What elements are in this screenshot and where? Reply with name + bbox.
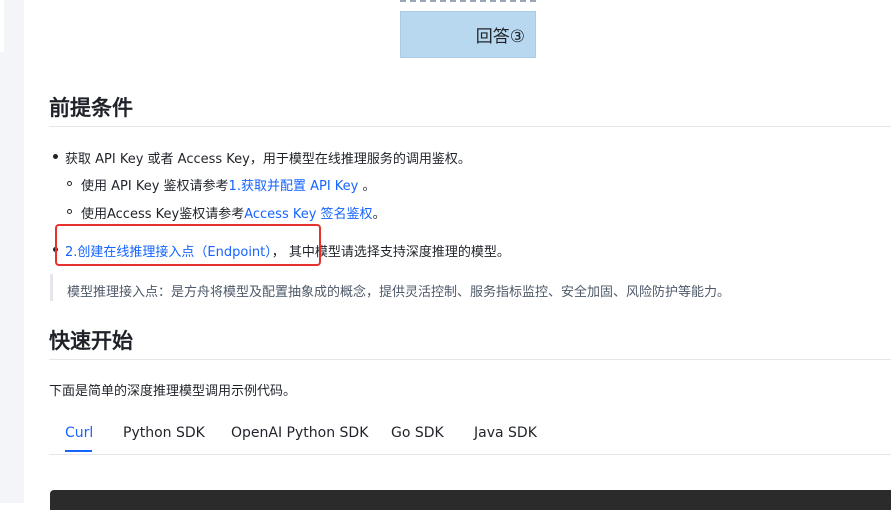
prereq-item-api-key: 获取 API Key 或者 Access Key，用于模型在线推理服务的调用鉴权… xyxy=(65,152,471,167)
access-key-link[interactable]: Access Key 签名鉴权 xyxy=(244,207,372,222)
quickstart-heading: 快速开始 xyxy=(49,329,133,353)
tab-java-sdk[interactable]: Java SDK xyxy=(474,425,537,441)
diagram-dashed-line xyxy=(400,0,536,6)
bullet-dot xyxy=(53,154,58,159)
sub-item-suffix: 。 xyxy=(372,207,386,222)
prereq-heading-rule xyxy=(49,126,891,127)
left-rail xyxy=(0,0,24,503)
diagram-answer-box: 回答③ xyxy=(400,11,536,58)
tab-curl[interactable]: Curl xyxy=(65,425,93,441)
tab-python-sdk[interactable]: Python SDK xyxy=(123,425,205,441)
sub-item-prefix: 使用Access Key鉴权请参考 xyxy=(81,207,245,222)
diagram-answer-label: 回答③ xyxy=(475,27,525,47)
left-rail-selection xyxy=(0,0,4,52)
tab-go-sdk[interactable]: Go SDK xyxy=(391,425,444,441)
active-tab-indicator xyxy=(65,450,92,452)
note-quote-bar xyxy=(50,274,53,301)
quickstart-intro: 下面是简单的深度推理模型调用示例代码。 xyxy=(49,384,297,399)
prereq-sub-item-access-key: 使用Access Key鉴权请参考Access Key 签名鉴权。 xyxy=(81,203,386,222)
endpoint-note: 模型推理接入点：是方舟将模型及配置抽象成的概念，提供灵活控制、服务指标监控、安全… xyxy=(67,285,731,300)
sub-item-suffix: 。 xyxy=(358,179,376,194)
tab-openai-python-sdk[interactable]: OpenAI Python SDK xyxy=(231,425,368,441)
code-block xyxy=(50,490,891,510)
prereq-sub-item-api-key: 使用 API Key 鉴权请参考1.获取并配置 API Key 。 xyxy=(81,175,376,194)
sub-bullet-circle xyxy=(67,209,72,214)
sub-bullet-circle xyxy=(67,181,72,186)
sdk-tabs: Curl Python SDK OpenAI Python SDK Go SDK… xyxy=(49,418,891,455)
sub-item-prefix: 使用 API Key 鉴权请参考 xyxy=(81,179,229,194)
prereq-heading: 前提条件 xyxy=(49,96,133,120)
quickstart-heading-rule xyxy=(49,359,891,360)
api-key-link[interactable]: 1.获取并配置 API Key xyxy=(229,179,359,194)
red-highlight-box xyxy=(55,224,321,266)
